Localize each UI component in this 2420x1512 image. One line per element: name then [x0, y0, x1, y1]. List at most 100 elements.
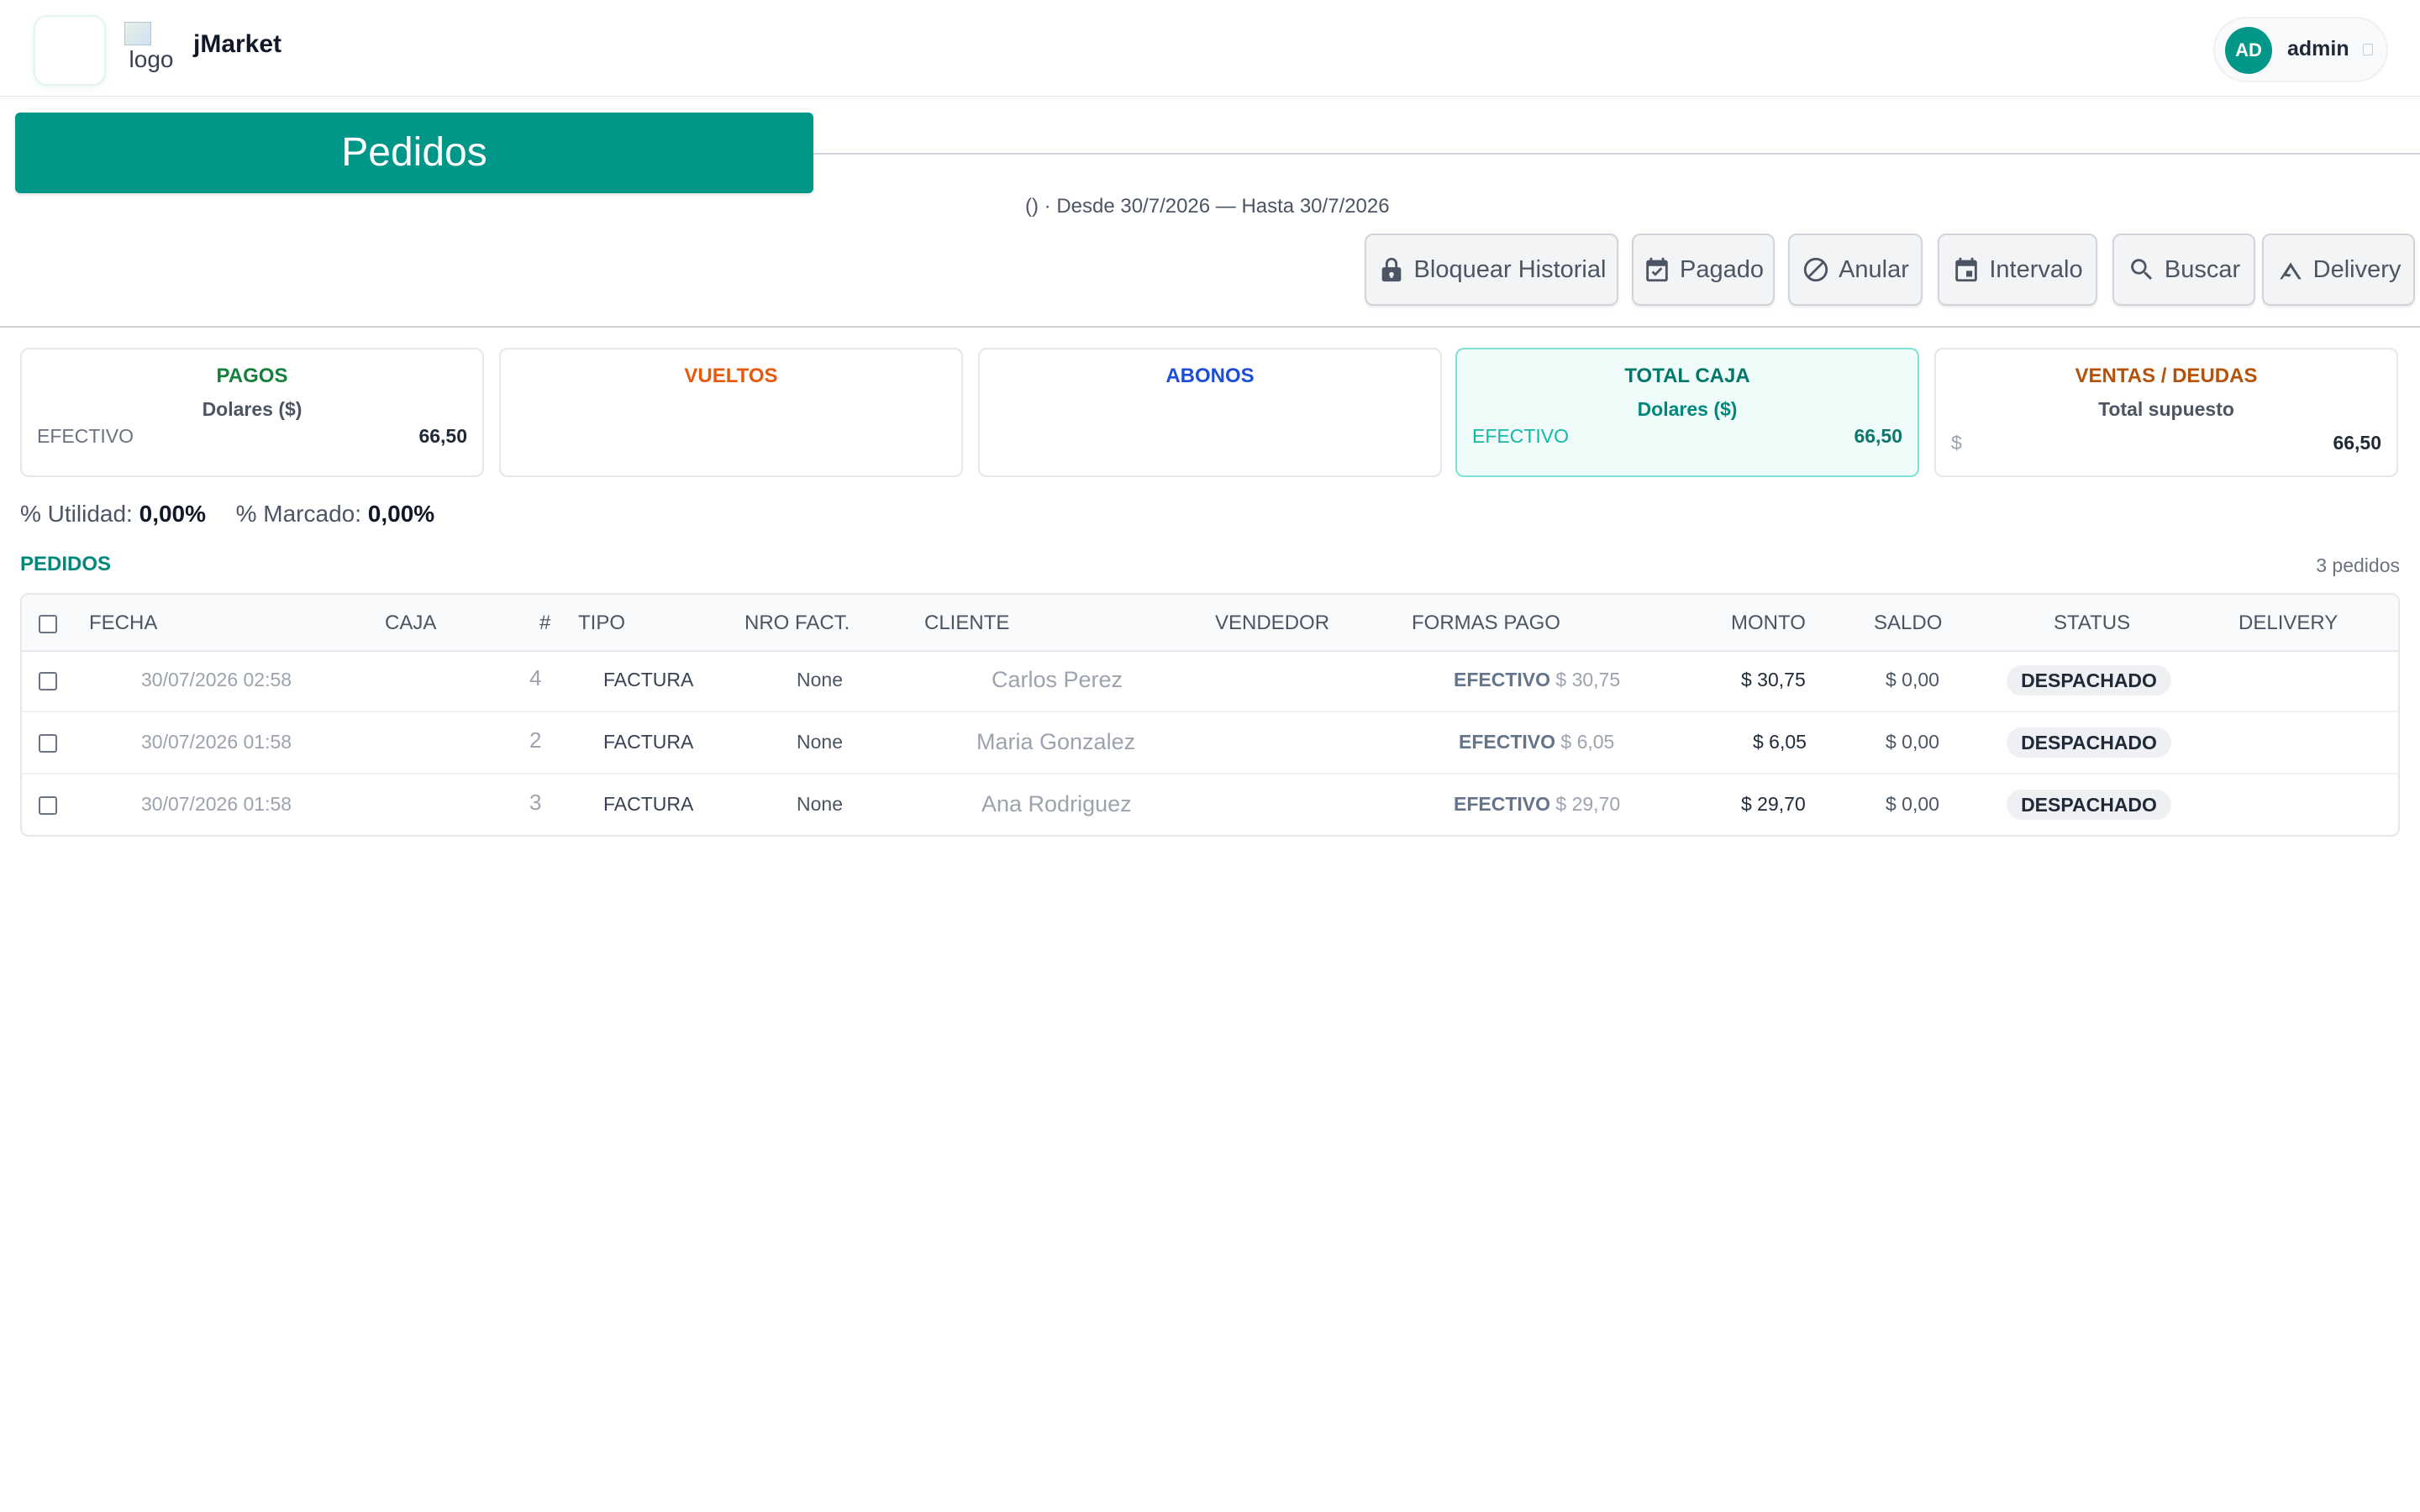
column-header[interactable]: SALDO: [1874, 612, 1942, 635]
column-header[interactable]: #: [539, 612, 550, 635]
card-abonos: ABONOS: [978, 348, 1442, 477]
select-all-checkbox[interactable]: [39, 615, 57, 633]
balance-cell: $ 0,00: [1886, 669, 1939, 690]
card-title: TOTAL CAJA: [1624, 365, 1750, 387]
column-header[interactable]: VENDEDOR: [1215, 612, 1329, 635]
utilidad-value: 0,00%: [139, 501, 207, 527]
search-label: Buscar: [2164, 255, 2241, 283]
card-label: EFECTIVO: [1472, 425, 1570, 447]
client-cell: Maria Gonzalez: [976, 729, 1136, 754]
type-cell: FACTURA: [603, 669, 694, 690]
payment-method: EFECTIVO: [1459, 731, 1556, 753]
column-header[interactable]: NRO FACT.: [744, 612, 850, 635]
app-name: jMarket: [193, 30, 282, 58]
divider: [813, 153, 2420, 155]
status-badge: DESPACHADO: [2007, 727, 2171, 758]
payment-method-cell: EFECTIVO $ 30,75: [1454, 669, 1620, 691]
client-cell: Ana Rodriguez: [981, 791, 1132, 816]
block-icon: [1803, 257, 1828, 282]
number-cell: 4: [529, 665, 542, 690]
card-label: $: [1951, 432, 1962, 454]
card-title: ABONOS: [1165, 365, 1255, 387]
payment-amount: $ 30,75: [1555, 669, 1621, 690]
interval-label: Intervalo: [1989, 255, 2083, 283]
cancel-button[interactable]: Anular: [1788, 234, 1923, 306]
client-cell: Carlos Perez: [992, 667, 1123, 692]
orders-section-title: PEDIDOS: [20, 553, 112, 575]
card-value: 66,50: [418, 425, 467, 447]
column-header[interactable]: STATUS: [2054, 612, 2130, 635]
menu-button[interactable]: [34, 15, 106, 86]
number-cell: 2: [529, 727, 542, 753]
user-menu[interactable]: AD admin: [2213, 17, 2388, 82]
column-header[interactable]: DELIVERY: [2238, 612, 2338, 635]
delivery-label: Delivery: [2312, 255, 2402, 283]
invoice-cell: None: [797, 669, 843, 690]
table-row[interactable]: 30/07/2026 02:58 4 FACTURA None Carlos P…: [22, 650, 2398, 712]
type-cell: FACTURA: [603, 731, 694, 753]
balance-cell: $ 0,00: [1886, 793, 1939, 815]
marcado-label: % Marcado:: [235, 501, 361, 527]
calendar-check-icon: [1646, 257, 1668, 282]
user-name: admin: [2287, 37, 2349, 60]
card-subtitle: Dolares ($): [1637, 398, 1738, 420]
divider: [0, 326, 2420, 328]
lock-history-button[interactable]: Bloquear Historial: [1365, 234, 1618, 306]
card-pagos: PAGOS Dolares ($) EFECTIVO 66,50: [20, 348, 484, 477]
orders-count: 3 pedidos: [2316, 554, 2400, 576]
card-subtitle: Dolares ($): [202, 398, 302, 420]
invoice-cell: None: [797, 793, 843, 815]
search-icon: [2131, 259, 2152, 281]
amount-cell: $ 29,70: [1741, 793, 1806, 815]
card-total-caja: TOTAL CAJA Dolares ($) EFECTIVO 66,50: [1455, 348, 1919, 477]
column-header[interactable]: TIPO: [578, 612, 625, 635]
delivery-icon: [2279, 262, 2302, 280]
profit-metrics: % Utilidad: 0,00% % Marcado: 0,00%: [20, 501, 434, 528]
card-label: EFECTIVO: [37, 425, 134, 447]
utilidad-label: % Utilidad:: [20, 501, 133, 527]
payment-amount: $ 6,05: [1560, 731, 1615, 753]
column-header[interactable]: FECHA: [89, 612, 157, 635]
payment-method: EFECTIVO: [1454, 793, 1551, 815]
status-badge: DESPACHADO: [2007, 790, 2171, 820]
status-badge: DESPACHADO: [2007, 665, 2171, 696]
paid-button[interactable]: Pagado: [1632, 234, 1775, 306]
column-header[interactable]: CAJA: [385, 612, 436, 635]
calendar-icon: [1955, 257, 1978, 282]
column-header[interactable]: CLIENTE: [924, 612, 1009, 635]
card-value: 66,50: [1854, 425, 1902, 447]
chevron-down-icon: [2363, 44, 2373, 55]
invoice-cell: None: [797, 731, 843, 753]
balance-cell: $ 0,00: [1886, 731, 1939, 753]
logo-image: logo: [124, 22, 178, 81]
delivery-button[interactable]: Delivery: [2262, 234, 2415, 306]
row-checkbox[interactable]: [39, 672, 57, 690]
paid-label: Pagado: [1680, 255, 1764, 283]
date-cell: 30/07/2026 02:58: [141, 669, 292, 690]
card-title: VENTAS / DEUDAS: [2075, 365, 2258, 387]
row-checkbox[interactable]: [39, 734, 57, 753]
column-header[interactable]: FORMAS PAGO: [1412, 612, 1560, 635]
broken-image-icon: [124, 22, 151, 45]
search-button[interactable]: Buscar: [2112, 234, 2255, 306]
date-range: () · Desde 30/7/2026 — Hasta 30/7/2026: [1025, 195, 1390, 218]
column-header[interactable]: MONTO: [1731, 612, 1806, 635]
amount-cell: $ 30,75: [1741, 669, 1806, 690]
amount-cell: $ 6,05: [1753, 731, 1807, 753]
cancel-label: Anular: [1839, 255, 1909, 283]
type-cell: FACTURA: [603, 793, 694, 815]
row-checkbox[interactable]: [39, 796, 57, 815]
card-title: PAGOS: [216, 365, 288, 387]
payment-amount: $ 29,70: [1555, 793, 1621, 815]
table-row[interactable]: 30/07/2026 01:58 2 FACTURA None Maria Go…: [22, 712, 2398, 774]
number-cell: 3: [529, 790, 542, 815]
top-bar: logo jMarket AD admin: [0, 0, 2420, 97]
card-ventas-deudas: VENTAS / DEUDAS Total supuesto $ 66,50: [1934, 348, 2398, 477]
page-title: Pedidos: [15, 113, 813, 193]
table-row[interactable]: 30/07/2026 01:58 3 FACTURA None Ana Rodr…: [22, 774, 2398, 835]
payment-method-cell: EFECTIVO $ 6,05: [1459, 731, 1614, 753]
lock-history-label: Bloquear Historial: [1413, 255, 1607, 283]
date-cell: 30/07/2026 01:58: [141, 731, 292, 753]
orders-table: FECHA CAJA # TIPO NRO FACT. CLIENTE VEND…: [20, 593, 2400, 837]
interval-button[interactable]: Intervalo: [1938, 234, 2097, 306]
